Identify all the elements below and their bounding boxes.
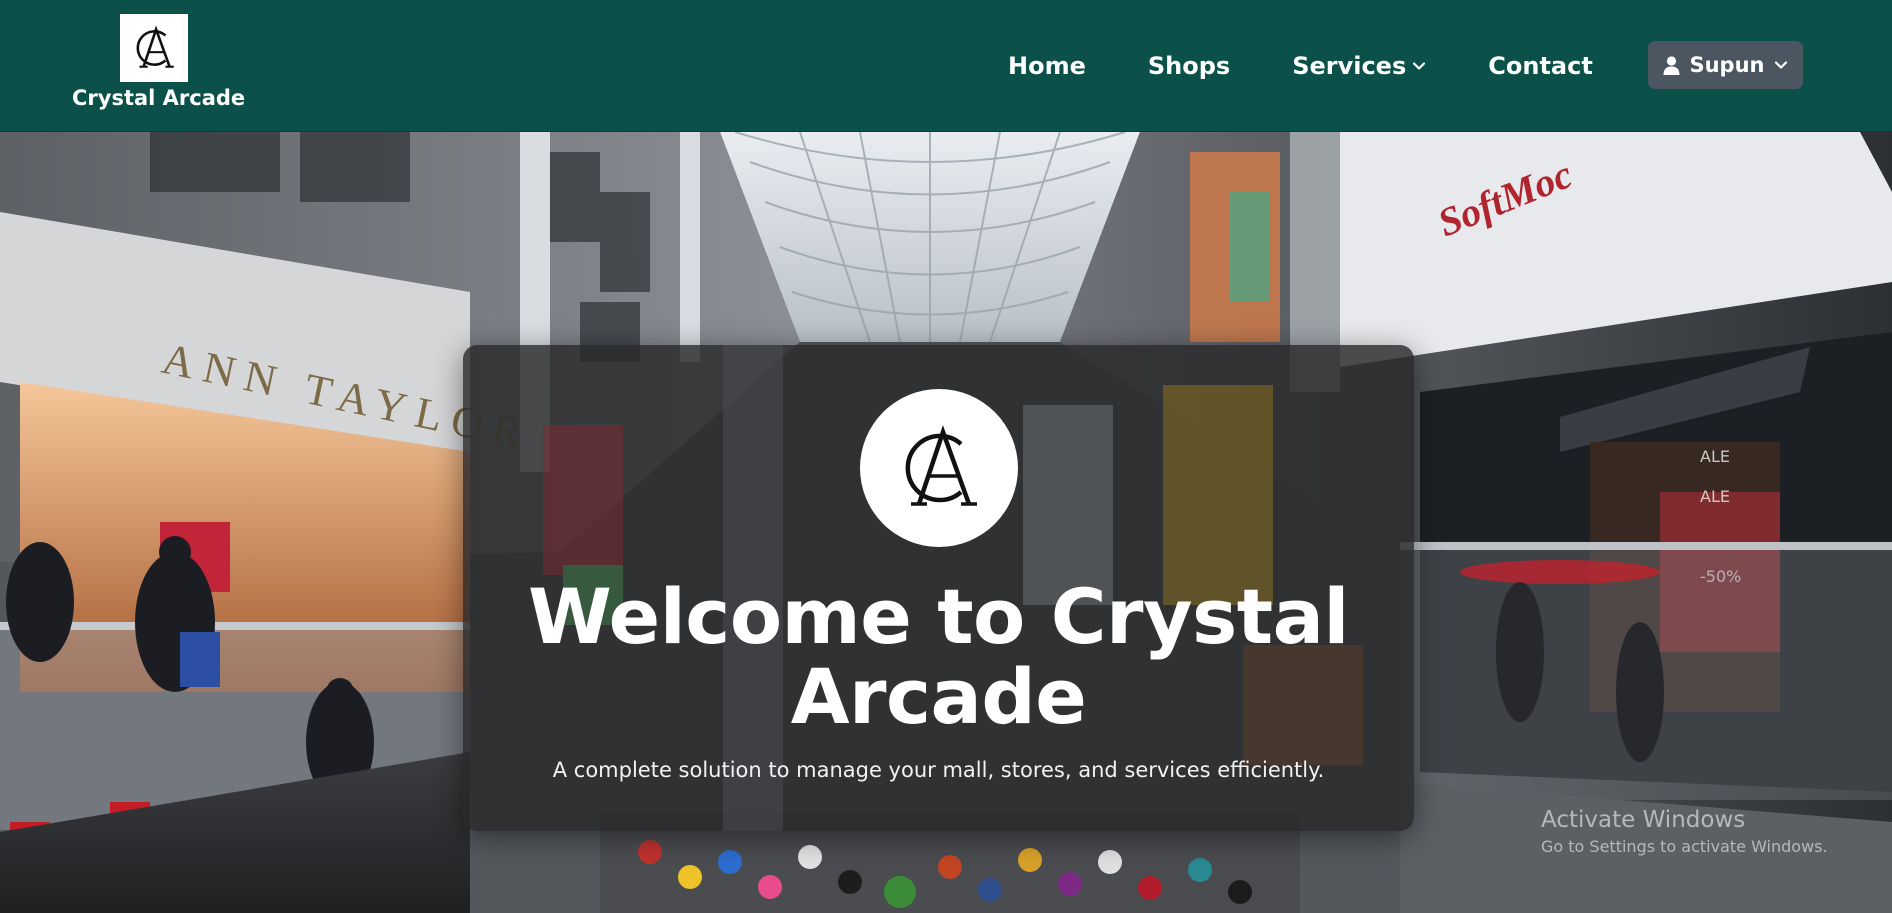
nav-services-label: Services (1292, 52, 1407, 80)
nav-links: Home Shops Services Contact (1008, 40, 1655, 92)
person-icon (1663, 55, 1680, 75)
nav-services-dropdown[interactable]: Services (1292, 52, 1426, 80)
nav-contact-link[interactable]: Contact (1488, 52, 1593, 80)
nav-home-link[interactable]: Home (1008, 52, 1086, 80)
nav-contact-label: Contact (1488, 52, 1593, 80)
brand-logo (120, 14, 188, 82)
user-menu-button[interactable]: Supun (1648, 41, 1803, 89)
navbar: Crystal Arcade Home Shops Services Conta… (0, 0, 1892, 132)
hero-subtitle: A complete solution to manage your mall,… (552, 758, 1325, 782)
watermark-subtitle: Go to Settings to activate Windows. (1541, 837, 1828, 856)
user-name: Supun (1689, 53, 1765, 77)
watermark-title: Activate Windows (1541, 807, 1746, 833)
chevron-down-icon (1412, 59, 1426, 73)
nav-shops-label: Shops (1147, 52, 1231, 80)
welcome-card: Welcome to Crystal Arcade A complete sol… (463, 345, 1414, 831)
ca-monogram-icon (905, 425, 977, 506)
chevron-down-icon (1774, 58, 1788, 72)
storefront-text: ALE (1700, 447, 1730, 466)
hero-title: Welcome to Crystal Arcade (528, 572, 1349, 741)
windows-activation-watermark: Activate Windows Go to Settings to activ… (1541, 807, 1828, 856)
nav-home-label: Home (1008, 52, 1086, 80)
storefront-text: ALE (1700, 487, 1730, 506)
ca-monogram-icon (136, 25, 174, 68)
brand-name: Crystal Arcade (72, 86, 246, 110)
card-logo (860, 389, 1018, 547)
brand-link[interactable]: Crystal Arcade (72, 14, 246, 110)
nav-shops-link[interactable]: Shops (1148, 52, 1230, 80)
